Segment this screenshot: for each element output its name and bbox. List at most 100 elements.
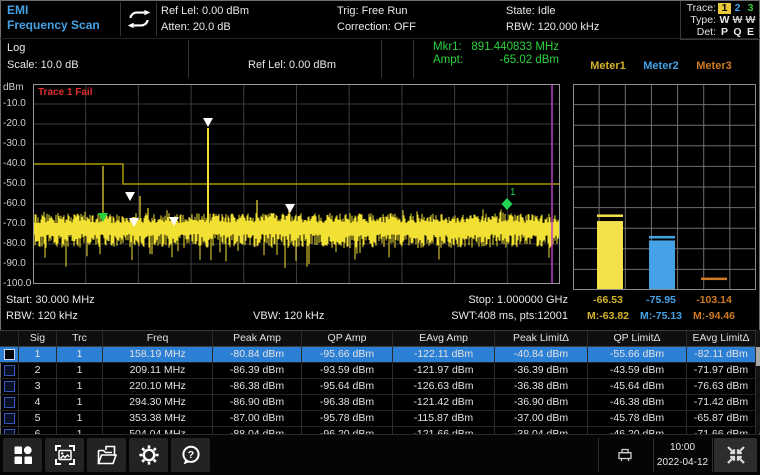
trig-text: Trig: Free Run (337, 3, 416, 19)
screenshot-button[interactable] (45, 438, 84, 472)
divider (156, 2, 157, 36)
table-header-cell: QP LimitΔ (588, 331, 687, 346)
clock[interactable]: 10:00 2022-04-12 (653, 440, 712, 470)
bottom-toolbar: ? 10:00 2022-04-12 (0, 434, 760, 475)
meter3-label[interactable]: Meter3 (691, 60, 737, 72)
table-header-cell: Peak Amp (213, 331, 302, 346)
settings-gear-icon (138, 444, 160, 466)
marker1-number: 1 (510, 187, 516, 198)
row-checkbox[interactable] (4, 381, 15, 392)
row-checkbox[interactable] (4, 349, 15, 360)
apps-menu-button[interactable] (3, 438, 42, 472)
trace-fail-flag: Trace 1 Fail (38, 87, 92, 98)
trig-correction-readout: Trig: Free Run Correction: OFF (337, 3, 416, 35)
table-cell: -93.59 dBm (302, 363, 393, 378)
y-axis-unit: dBm (3, 82, 24, 93)
meter1-label[interactable]: Meter1 (585, 60, 631, 72)
row-checkbox[interactable] (4, 413, 15, 424)
correction-text: Correction: OFF (337, 19, 416, 35)
table-cell: -121.66 dBm (393, 427, 495, 434)
table-cell: 220.10 MHz (103, 379, 213, 394)
trace-1-indicator[interactable]: 1 (718, 3, 731, 14)
meter-maxhold-tick (597, 214, 623, 217)
scrollbar-thumb[interactable] (756, 347, 760, 366)
table-cell: -45.78 dBm (588, 411, 687, 426)
marker-name: Mkr1: (433, 41, 462, 54)
stop-frequency: Stop: 1.000000 GHz (430, 294, 568, 307)
table-cell: -65.87 dBm (687, 411, 756, 426)
y-axis-tick-label: -30.0 (3, 138, 26, 149)
mode-line2: Frequency Scan (7, 18, 100, 33)
table-cell: 6 (19, 427, 57, 434)
table-cell: -86.39 dBm (213, 363, 302, 378)
table-cell: -126.63 dBm (393, 379, 495, 394)
meter-bar (597, 221, 623, 290)
divider (381, 40, 382, 78)
save-button[interactable] (87, 438, 126, 472)
table-cell: -71.97 dBm (687, 363, 756, 378)
table-header-row: SigTrcFreqPeak AmpQP AmpEAvg AmpPeak Lim… (0, 331, 756, 347)
continuous-sweep-icon[interactable] (125, 9, 153, 29)
signal-table: SigTrcFreqPeak AmpQP AmpEAvg AmpPeak Lim… (0, 330, 756, 434)
meter-bars-chart (573, 84, 756, 290)
table-cell: -87.00 dBm (213, 411, 302, 426)
table-cell: 2 (19, 363, 57, 378)
mode-line1: EMI (7, 3, 100, 18)
meter2-label[interactable]: Meter2 (638, 60, 684, 72)
table-cell: -121.42 dBm (393, 395, 495, 410)
table-cell: -86.90 dBm (213, 395, 302, 410)
apps-menu-icon (13, 445, 33, 465)
table-row[interactable]: 41294.30 MHz-86.90 dBm-96.38 dBm-121.42 … (0, 395, 756, 411)
row-checkbox-cell (0, 347, 19, 362)
y-axis-tick-label: -80.0 (3, 238, 26, 249)
divider (598, 438, 599, 472)
row-checkbox-cell (0, 395, 19, 410)
rbw-footer: RBW: 120 kHz (6, 310, 78, 323)
table-cell: 1 (19, 347, 57, 362)
screenshot-icon (54, 444, 76, 466)
table-cell: -40.84 dBm (495, 347, 588, 362)
table-cell: -76.63 dBm (687, 379, 756, 394)
ref-atten-readout: Ref Lel: 0.00 dBm Atten: 20.0 dB (161, 3, 249, 35)
collapse-view-button[interactable] (714, 438, 757, 472)
table-cell: -36.90 dBm (495, 395, 588, 410)
table-row[interactable]: 61504.04 MHz-88.04 dBm-96.20 dBm-121.66 … (0, 427, 756, 434)
row-checkbox-cell (0, 411, 19, 426)
marker-amplitude: -65.02 dBm (500, 54, 559, 67)
settings-button[interactable] (129, 438, 168, 472)
table-row[interactable]: 51353.38 MHz-87.00 dBm-95.78 dBm-115.87 … (0, 411, 756, 427)
table-cell: -82.11 dBm (687, 347, 756, 362)
row-checkbox[interactable] (4, 365, 15, 376)
table-cell: -43.59 dBm (588, 363, 687, 378)
y-axis-tick-label: -100.0 (3, 278, 31, 289)
trace-3-indicator[interactable]: 3 (744, 3, 757, 14)
trace-3-type: W (744, 15, 757, 26)
row-checkbox[interactable] (4, 397, 15, 408)
table-cell: 294.30 MHz (103, 395, 213, 410)
divider (188, 40, 189, 78)
trace-status-panel: Trace: 1 2 3 Type: W W W Det: P Q E (680, 1, 759, 40)
table-row[interactable]: 31220.10 MHz-86.38 dBm-95.64 dBm-126.63 … (0, 379, 756, 395)
ref-level-label: Ref Lel: 0.00 dBm (248, 58, 336, 72)
state-rbw-readout: State: Idle RBW: 120.000 kHz (506, 3, 599, 35)
table-header-cell: EAvg Amp (393, 331, 495, 346)
table-row[interactable]: 21209.11 MHz-86.39 dBm-93.59 dBm-121.97 … (0, 363, 756, 379)
meter2-value: -75.95 (638, 294, 684, 306)
table-header-cell: Sig (19, 331, 57, 346)
meter1-max: M:-63.82 (585, 310, 631, 322)
table-cell: 209.11 MHz (103, 363, 213, 378)
table-cell: -80.84 dBm (213, 347, 302, 362)
table-cell: -121.97 dBm (393, 363, 495, 378)
table-cell: -38.04 dBm (495, 427, 588, 434)
table-cell: 353.38 MHz (103, 411, 213, 426)
log-label: Log (7, 41, 25, 55)
table-cell: -55.66 dBm (588, 347, 687, 362)
divider (712, 438, 713, 472)
table-row[interactable]: 11158.19 MHz-80.84 dBm-95.66 dBm-122.11 … (0, 347, 756, 363)
atten-text: Atten: 20.0 dB (161, 19, 249, 35)
table-cell: 3 (19, 379, 57, 394)
meter3-max: M:-94.46 (691, 310, 737, 322)
type-row-label: Type: (690, 14, 716, 26)
trace-2-indicator[interactable]: 2 (731, 3, 744, 14)
help-button[interactable]: ? (171, 438, 210, 472)
